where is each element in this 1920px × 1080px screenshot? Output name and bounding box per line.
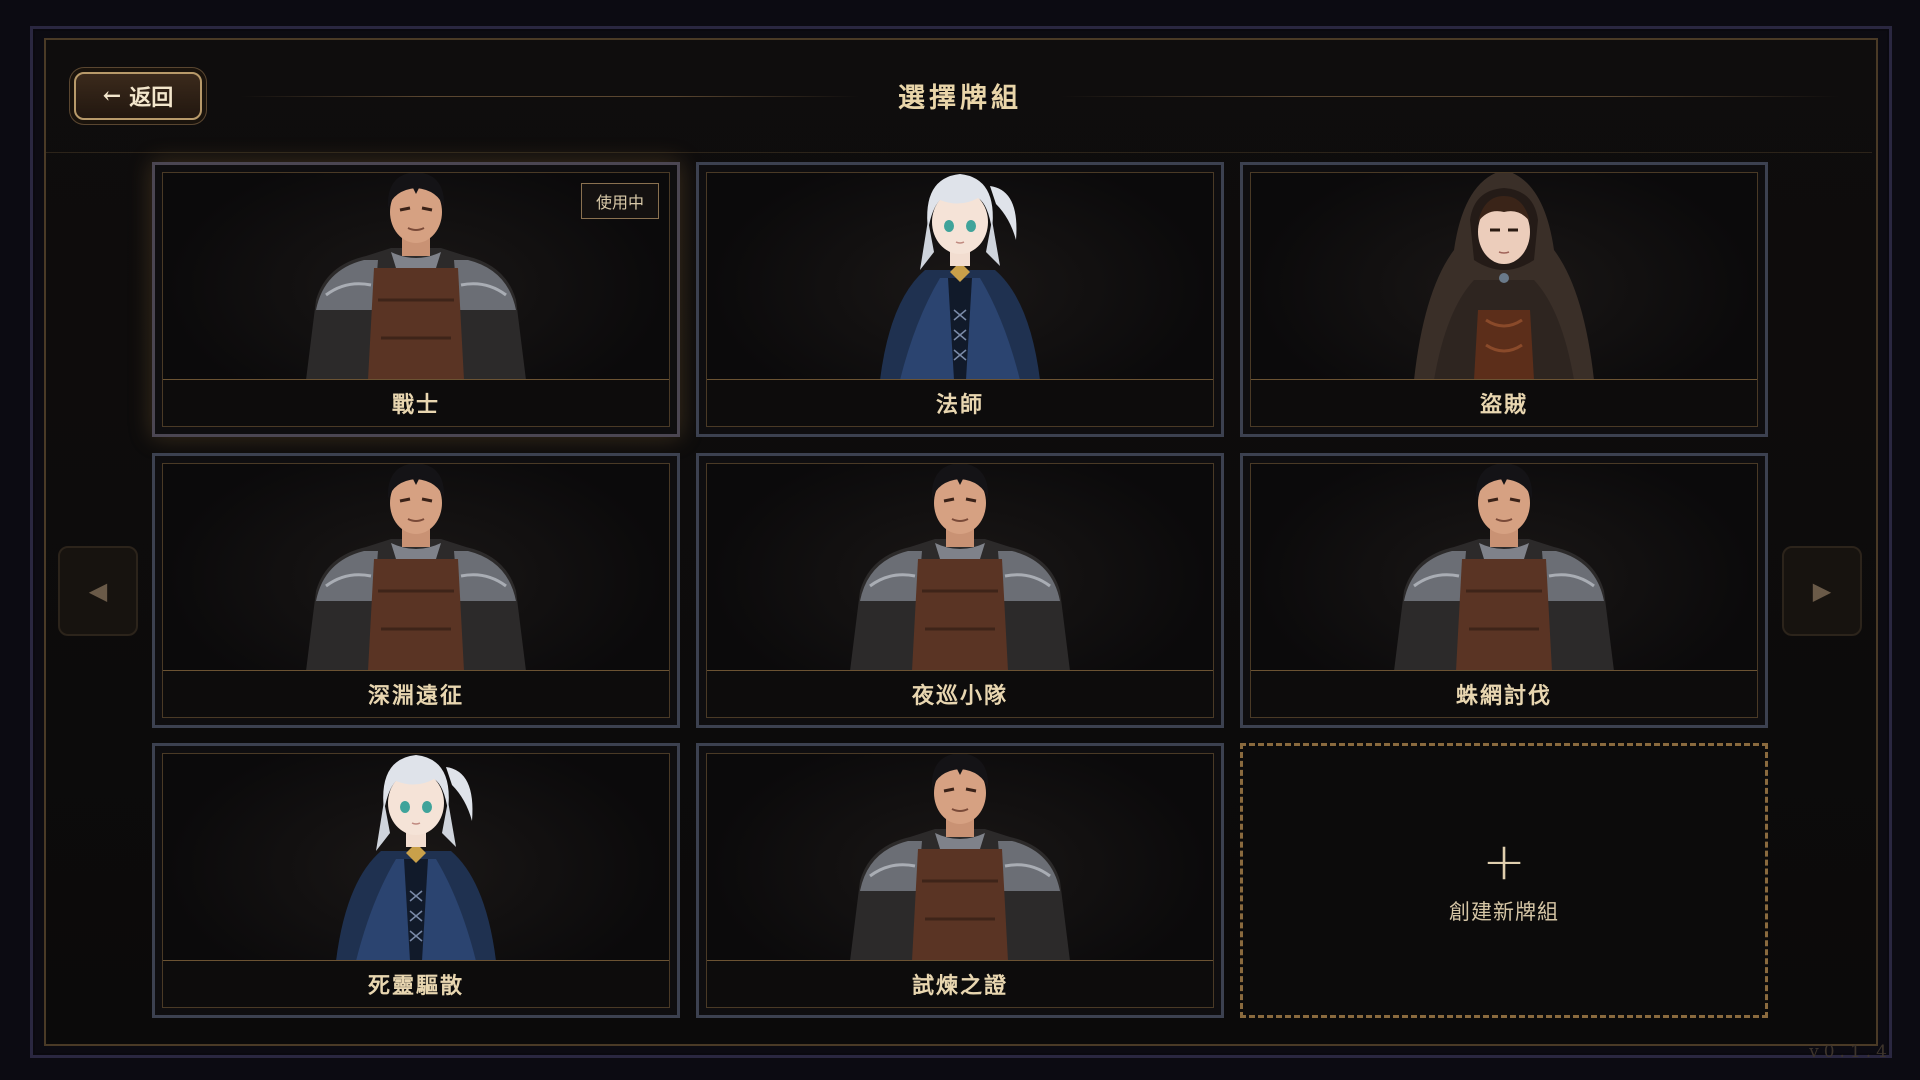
deck-card-frame: 試煉之證 [706,753,1214,1008]
deck-card[interactable]: 死靈驅散 [152,743,680,1018]
deck-card-frame: 深淵遠征 [162,463,670,718]
rogue-portrait [1374,172,1634,380]
warrior-portrait [830,753,1090,961]
plus-icon: + [1482,831,1526,892]
create-deck-card[interactable]: + 創建新牌組 [1240,743,1768,1018]
create-deck-label: 創建新牌組 [1449,899,1559,924]
deck-card-frame: 法師 [706,172,1214,427]
deck-card-frame: 盜賊 [1250,172,1758,427]
deck-card[interactable]: 法師 [696,162,1224,437]
warrior-portrait [286,463,546,671]
back-arrow-icon: ← [102,83,122,109]
in-use-badge: 使用中 [581,183,659,219]
right-arrow-icon: ▶ [1812,577,1832,605]
back-label: 返回 [129,85,174,111]
warrior-portrait [830,463,1090,671]
deck-card-frame: 蛛網討伐 [1250,463,1758,718]
deck-card-frame: 戰士 使用中 [162,172,670,427]
version-label: v0.1.4 [1809,1042,1892,1062]
back-button[interactable]: ← 返回 [74,72,202,120]
deck-name: 夜巡小隊 [707,670,1213,717]
next-page-button[interactable]: ▶ [1782,546,1862,636]
page-title: 選擇牌組 [898,83,1022,114]
left-arrow-icon: ◀ [88,577,108,605]
deck-name: 法師 [707,379,1213,426]
mage-portrait [830,172,1090,380]
deck-name: 死靈驅散 [163,960,669,1007]
deck-card[interactable]: 盜賊 [1240,162,1768,437]
deck-card[interactable]: 蛛網討伐 [1240,453,1768,728]
title-divider-right [1060,96,1840,97]
prev-page-button[interactable]: ◀ [58,546,138,636]
deck-name: 戰士 [163,379,669,426]
deck-name: 盜賊 [1251,379,1757,426]
deck-card-frame: 夜巡小隊 [706,463,1214,718]
deck-name: 蛛網討伐 [1251,670,1757,717]
deck-card[interactable]: 戰士 使用中 [152,162,680,437]
deck-name: 試煉之證 [707,960,1213,1007]
deck-name: 深淵遠征 [163,670,669,717]
deck-card[interactable]: 試煉之證 [696,743,1224,1018]
title-divider-left [240,96,860,97]
deck-card-frame: 死靈驅散 [162,753,670,1008]
deck-select-screen: ← 返回 選擇牌組 ◀ ▶ 戰士 使用中法師 盜賊深淵遠征 夜巡小隊 蛛網討伐死靈驅散試… [0,0,1920,1080]
deck-card[interactable]: 夜巡小隊 [696,453,1224,728]
mage-portrait [286,753,546,961]
deck-card[interactable]: 深淵遠征 [152,453,680,728]
warrior-portrait [286,172,546,380]
warrior-portrait [1374,463,1634,671]
